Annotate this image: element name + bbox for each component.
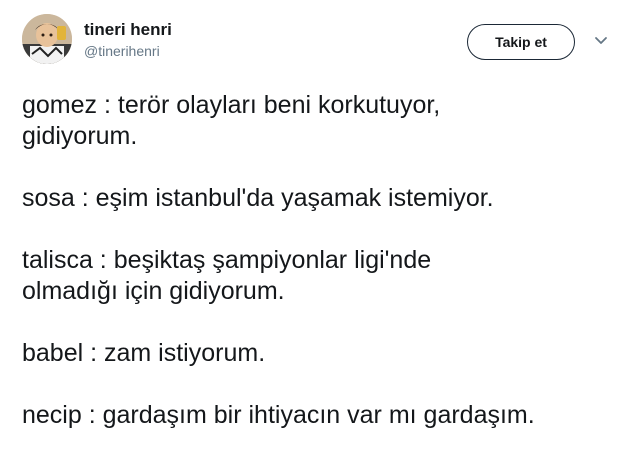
tweet-line: sosa : eşim istanbul'da yaşamak istemiyo… (22, 184, 494, 212)
tweet-text: gomez : terör olayları beni korkutuyor, … (22, 90, 622, 431)
profile-photo-icon (22, 14, 72, 64)
tweet-line: olmadığı için gidiyorum. (22, 277, 285, 305)
avatar[interactable] (22, 14, 72, 64)
tweet-card: tineri henri @tinerihenri Takip et gomez… (0, 0, 640, 467)
tweet-line: gomez : terör olayları beni korkutuyor, (22, 91, 441, 119)
tweet-line: talisca : beşiktaş şampiyonlar ligi'nde (22, 246, 432, 274)
tweet-line: gidiyorum. (22, 122, 138, 150)
tweet-line: babel : zam istiyorum. (22, 339, 266, 367)
follow-button[interactable]: Takip et (467, 24, 575, 60)
tweet-line: necip : gardaşım bir ihtiyacın var mı ga… (22, 401, 535, 429)
display-name[interactable]: tineri henri (84, 20, 172, 40)
username-handle[interactable]: @tinerihenri (84, 43, 160, 60)
chevron-down-icon[interactable] (594, 36, 608, 46)
